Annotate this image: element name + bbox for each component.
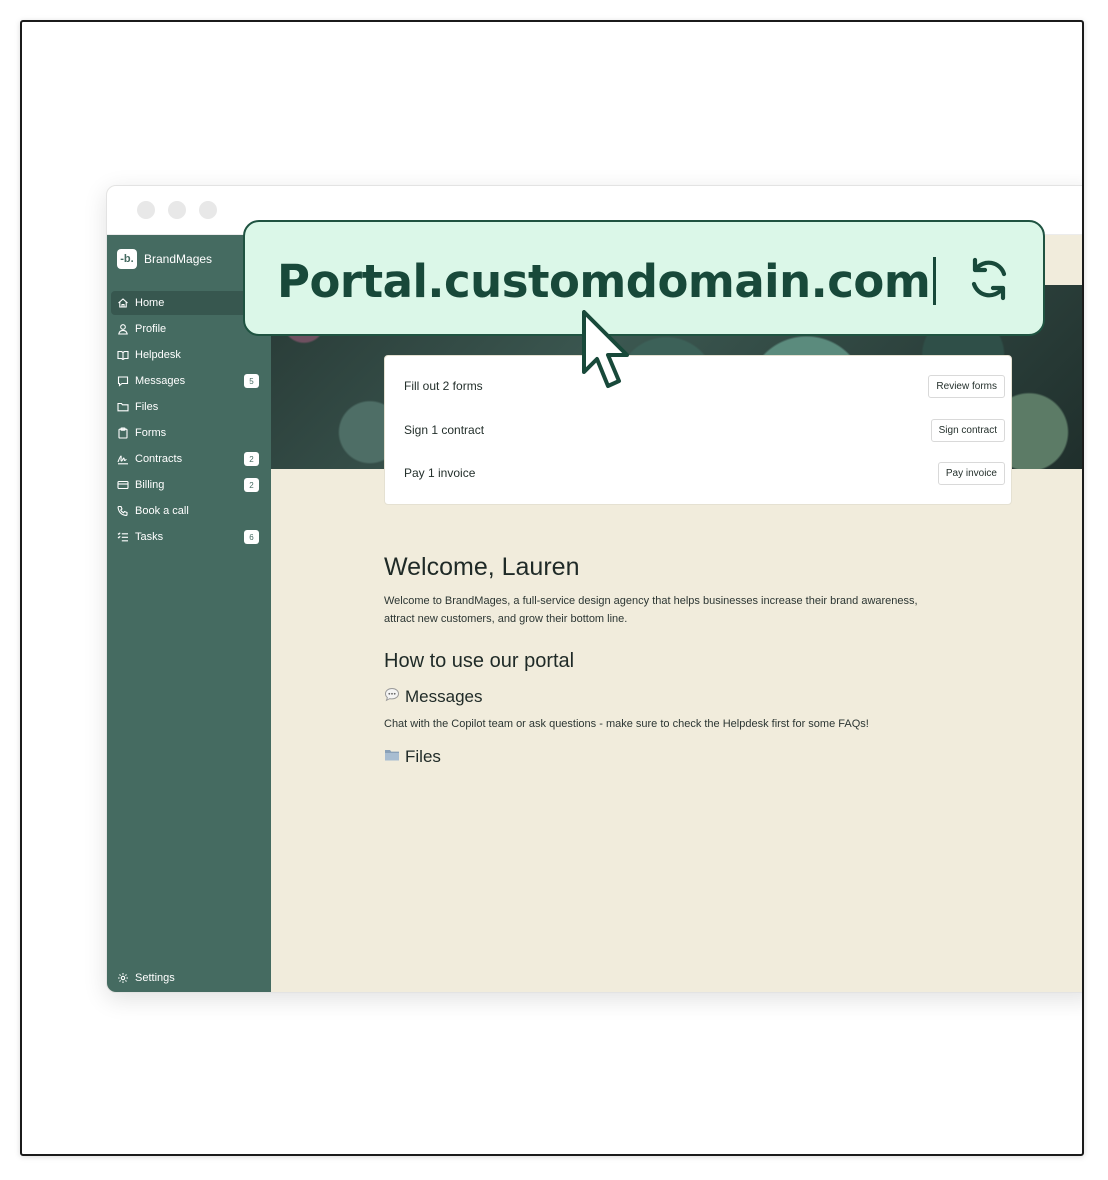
checklist-icon [117,531,129,543]
sidebar-item-label: Files [135,401,159,413]
sidebar-item-label: Contracts [135,453,183,465]
window-minimize-dot[interactable] [168,201,186,219]
sidebar-item-label: Forms [135,427,167,439]
custom-domain-url-bar[interactable]: Portal.customdomain.com [243,220,1045,336]
brand[interactable]: -b. BrandMages [117,249,212,269]
sidebar-item-label: Book a call [135,505,189,517]
section-heading: Messages [405,687,483,706]
sidebar: -b. BrandMages Home Profile Helpdesk Mes… [107,235,271,992]
sidebar-item-label: Billing [135,479,165,491]
phone-icon [117,505,129,517]
clipboard-icon [117,427,129,439]
sidebar-item-messages[interactable]: Messages 5 [111,369,267,393]
main-content: You have 4 actions to complete Fill out … [384,321,1014,767]
window-maximize-dot[interactable] [199,201,217,219]
url-value: Portal.customdomain.com [277,255,931,308]
messages-count-badge: 5 [244,374,259,388]
action-row-forms: Fill out 2 forms Review forms [404,374,1005,398]
howto-title: How to use our portal [384,650,575,672]
sidebar-item-tasks[interactable]: Tasks 6 [111,525,267,549]
sidebar-item-book-a-call[interactable]: Book a call [111,499,267,523]
brand-logo: -b. [117,249,137,269]
messages-section-text: Chat with the Copilot team or ask questi… [384,718,869,730]
action-row-contract: Sign 1 contract Sign contract [404,418,1005,442]
chat-icon [117,375,129,387]
billing-count-badge: 2 [244,478,259,492]
sidebar-item-label: Home [135,297,165,309]
welcome-text: Welcome to BrandMages, a full-service de… [384,595,918,625]
book-icon [117,349,129,361]
action-label: Sign 1 contract [404,423,485,437]
settings-label: Settings [135,972,175,984]
tasks-count-badge: 6 [244,530,259,544]
brand-name: BrandMages [144,252,213,266]
credit-card-icon [117,479,129,491]
sidebar-item-files[interactable]: Files [111,395,267,419]
refresh-icon[interactable] [964,254,1014,304]
signature-icon [117,453,129,465]
sidebar-item-label: Messages [135,375,186,387]
review-forms-button[interactable]: Review forms [928,374,1005,398]
window-close-dot[interactable] [137,201,155,219]
sign-contract-button[interactable]: Sign contract [930,418,1005,442]
sidebar-nav: Home Profile Helpdesk Messages 5 Files F… [111,291,267,551]
sidebar-item-helpdesk[interactable]: Helpdesk [111,343,267,367]
user-icon [117,323,129,335]
section-heading: Files [405,747,441,766]
folder-icon [384,747,400,767]
welcome-title: Welcome, Lauren [384,553,580,581]
speech-bubble-icon [384,687,400,707]
outer-frame: -b. BrandMages Home Profile Helpdesk Mes… [20,20,1084,1156]
contracts-count-badge: 2 [244,452,259,466]
action-label: Fill out 2 forms [404,379,483,393]
sidebar-item-settings[interactable]: Settings [117,972,175,984]
sidebar-item-label: Tasks [135,531,164,543]
files-section-title: Files [384,747,1014,767]
text-caret [933,257,937,305]
sidebar-item-label: Profile [135,323,167,335]
url-input[interactable]: Portal.customdomain.com [277,255,937,308]
messages-section-title: Messages [384,687,1014,707]
pay-invoice-button[interactable]: Pay invoice [937,461,1005,485]
sidebar-item-contracts[interactable]: Contracts 2 [111,447,267,471]
sidebar-item-forms[interactable]: Forms [111,421,267,445]
mouse-pointer-icon [581,310,641,390]
sidebar-item-billing[interactable]: Billing 2 [111,473,267,497]
home-icon [117,297,129,309]
sidebar-item-label: Helpdesk [135,349,181,361]
actions-card: Fill out 2 forms Review forms Sign 1 con… [384,355,1012,505]
action-row-invoice: Pay 1 invoice Pay invoice [404,461,1005,485]
gear-icon [117,972,129,984]
folder-icon [117,401,129,413]
action-label: Pay 1 invoice [404,466,476,480]
